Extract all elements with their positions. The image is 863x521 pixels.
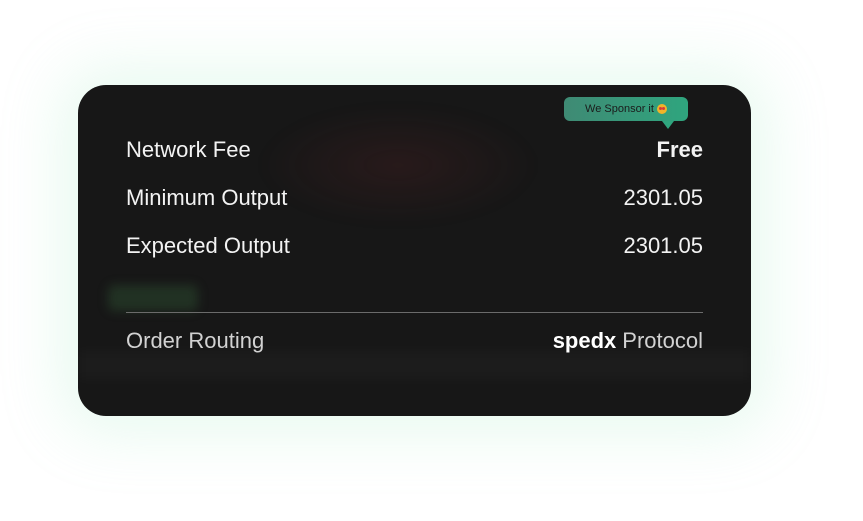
divider [126,312,703,313]
minimum-output-label: Minimum Output [126,185,288,210]
protocol-text: Protocol [622,328,703,353]
expected-output-row: Expected Output 2301.05 [126,231,703,261]
tooltip-pointer [662,121,674,129]
heart-eyes-emoji-icon [656,104,667,114]
sponsor-tooltip-text: We Sponsor it [585,103,654,115]
expected-output-label: Expected Output [126,233,290,258]
sponsor-tooltip: We Sponsor it [564,97,688,121]
transaction-summary-card: We Sponsor it Network Fee Free Minimum O… [78,85,751,416]
minimum-output-value: 2301.05 [623,185,703,210]
minimum-output-row: Minimum Output 2301.05 [126,183,703,213]
network-fee-label: Network Fee [126,137,251,162]
order-routing-label: Order Routing [126,328,265,353]
network-fee-value: Free [656,137,703,162]
order-routing-value: spedx Protocol [553,328,703,354]
network-fee-row: Network Fee Free [126,135,703,165]
spedx-brand-name: spedx [552,328,617,353]
order-routing-row: Order Routing spedx Protocol [126,326,703,356]
expected-output-value: 2301.05 [623,233,703,258]
